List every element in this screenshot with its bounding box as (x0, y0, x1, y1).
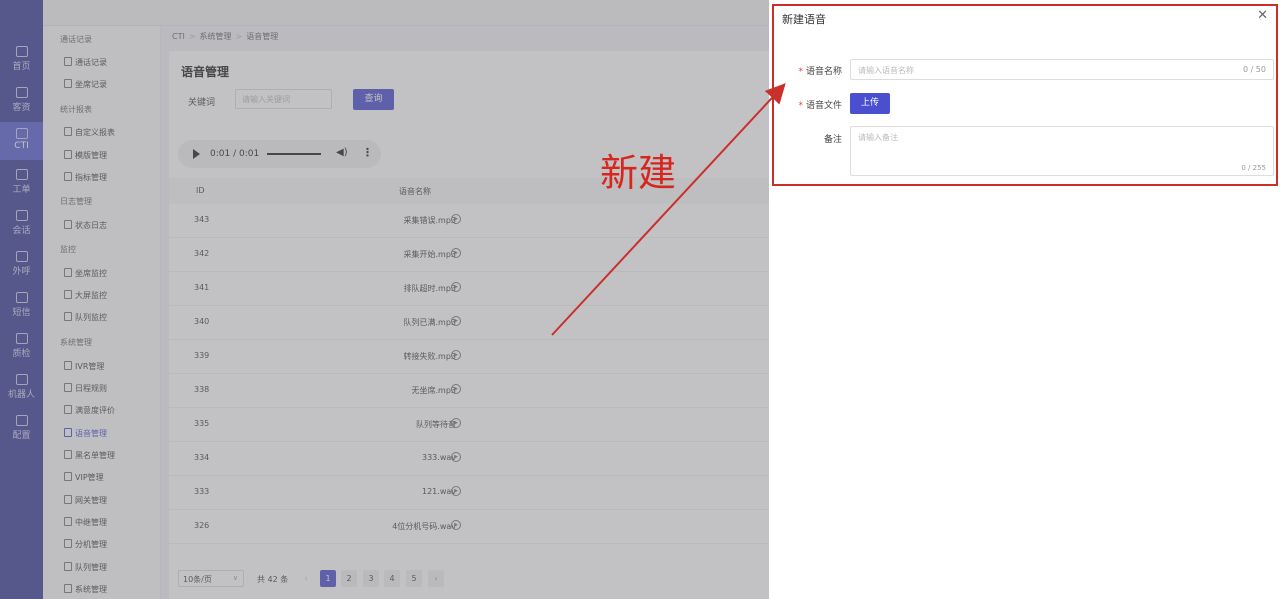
annotation-arrow (551, 83, 786, 336)
annotation-label: 新建 (600, 151, 677, 195)
